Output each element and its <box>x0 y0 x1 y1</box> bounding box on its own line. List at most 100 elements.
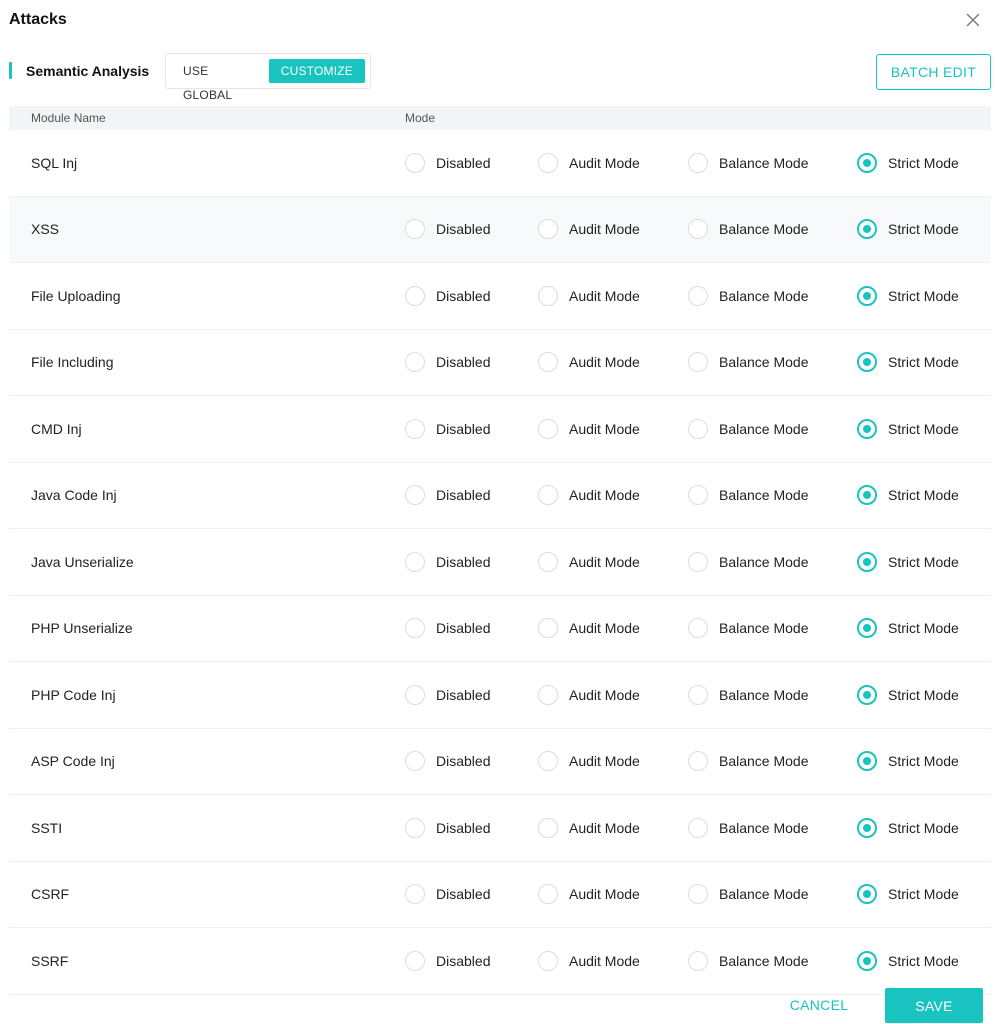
radio-unchecked-icon[interactable] <box>538 950 558 971</box>
radio-unchecked-icon[interactable] <box>688 485 708 506</box>
radio-checked-icon[interactable] <box>857 485 877 506</box>
mode-option-audit-mode[interactable]: Audit Mode <box>538 817 640 838</box>
radio-unchecked-icon[interactable] <box>405 817 425 838</box>
mode-option-balance-mode[interactable]: Balance Mode <box>688 352 809 373</box>
radio-unchecked-icon[interactable] <box>688 418 708 439</box>
mode-option-strict-mode[interactable]: Strict Mode <box>857 285 959 306</box>
radio-unchecked-icon[interactable] <box>538 618 558 639</box>
radio-unchecked-icon[interactable] <box>688 551 708 572</box>
save-button[interactable]: SAVE <box>885 988 983 1023</box>
mode-option-audit-mode[interactable]: Audit Mode <box>538 950 640 971</box>
mode-option-balance-mode[interactable]: Balance Mode <box>688 684 809 705</box>
mode-option-disabled[interactable]: Disabled <box>405 352 490 373</box>
mode-option-strict-mode[interactable]: Strict Mode <box>857 418 959 439</box>
mode-option-balance-mode[interactable]: Balance Mode <box>688 618 809 639</box>
radio-unchecked-icon[interactable] <box>405 152 425 173</box>
mode-option-audit-mode[interactable]: Audit Mode <box>538 219 640 240</box>
mode-option-disabled[interactable]: Disabled <box>405 285 490 306</box>
mode-option-audit-mode[interactable]: Audit Mode <box>538 551 640 572</box>
mode-option-balance-mode[interactable]: Balance Mode <box>688 751 809 772</box>
radio-unchecked-icon[interactable] <box>688 751 708 772</box>
radio-unchecked-icon[interactable] <box>405 285 425 306</box>
mode-option-balance-mode[interactable]: Balance Mode <box>688 418 809 439</box>
mode-option-audit-mode[interactable]: Audit Mode <box>538 618 640 639</box>
radio-unchecked-icon[interactable] <box>538 817 558 838</box>
mode-option-disabled[interactable]: Disabled <box>405 219 490 240</box>
radio-unchecked-icon[interactable] <box>538 551 558 572</box>
mode-option-audit-mode[interactable]: Audit Mode <box>538 485 640 506</box>
mode-option-strict-mode[interactable]: Strict Mode <box>857 950 959 971</box>
use-global-button[interactable]: USE GLOBAL <box>171 59 269 102</box>
radio-unchecked-icon[interactable] <box>538 884 558 905</box>
radio-checked-icon[interactable] <box>857 352 877 373</box>
mode-option-audit-mode[interactable]: Audit Mode <box>538 152 640 173</box>
mode-option-strict-mode[interactable]: Strict Mode <box>857 352 959 373</box>
radio-checked-icon[interactable] <box>857 618 877 639</box>
radio-unchecked-icon[interactable] <box>538 285 558 306</box>
radio-unchecked-icon[interactable] <box>405 751 425 772</box>
radio-checked-icon[interactable] <box>857 884 877 905</box>
customize-button[interactable]: CUSTOMIZE <box>268 59 365 83</box>
radio-checked-icon[interactable] <box>857 817 877 838</box>
mode-option-audit-mode[interactable]: Audit Mode <box>538 684 640 705</box>
mode-option-disabled[interactable]: Disabled <box>405 817 490 838</box>
mode-option-disabled[interactable]: Disabled <box>405 551 490 572</box>
close-button[interactable] <box>961 8 985 32</box>
radio-checked-icon[interactable] <box>857 950 877 971</box>
radio-unchecked-icon[interactable] <box>405 884 425 905</box>
radio-unchecked-icon[interactable] <box>688 817 708 838</box>
radio-unchecked-icon[interactable] <box>405 352 425 373</box>
batch-edit-button[interactable]: BATCH EDIT <box>876 54 991 90</box>
cancel-button[interactable]: CANCEL <box>770 988 868 1022</box>
mode-option-strict-mode[interactable]: Strict Mode <box>857 884 959 905</box>
radio-unchecked-icon[interactable] <box>688 285 708 306</box>
radio-unchecked-icon[interactable] <box>538 751 558 772</box>
mode-option-balance-mode[interactable]: Balance Mode <box>688 219 809 240</box>
radio-unchecked-icon[interactable] <box>688 219 708 240</box>
mode-option-disabled[interactable]: Disabled <box>405 884 490 905</box>
radio-unchecked-icon[interactable] <box>405 684 425 705</box>
radio-unchecked-icon[interactable] <box>688 352 708 373</box>
radio-unchecked-icon[interactable] <box>538 219 558 240</box>
radio-unchecked-icon[interactable] <box>405 485 425 506</box>
radio-unchecked-icon[interactable] <box>538 684 558 705</box>
mode-option-audit-mode[interactable]: Audit Mode <box>538 285 640 306</box>
mode-option-balance-mode[interactable]: Balance Mode <box>688 485 809 506</box>
radio-checked-icon[interactable] <box>857 219 877 240</box>
mode-option-balance-mode[interactable]: Balance Mode <box>688 950 809 971</box>
mode-option-balance-mode[interactable]: Balance Mode <box>688 551 809 572</box>
mode-option-strict-mode[interactable]: Strict Mode <box>857 751 959 772</box>
mode-option-strict-mode[interactable]: Strict Mode <box>857 618 959 639</box>
mode-option-strict-mode[interactable]: Strict Mode <box>857 551 959 572</box>
radio-unchecked-icon[interactable] <box>405 618 425 639</box>
radio-unchecked-icon[interactable] <box>538 418 558 439</box>
radio-checked-icon[interactable] <box>857 751 877 772</box>
radio-checked-icon[interactable] <box>857 418 877 439</box>
mode-option-disabled[interactable]: Disabled <box>405 950 490 971</box>
radio-checked-icon[interactable] <box>857 152 877 173</box>
mode-option-balance-mode[interactable]: Balance Mode <box>688 884 809 905</box>
mode-option-balance-mode[interactable]: Balance Mode <box>688 817 809 838</box>
mode-option-disabled[interactable]: Disabled <box>405 684 490 705</box>
mode-option-balance-mode[interactable]: Balance Mode <box>688 285 809 306</box>
mode-option-disabled[interactable]: Disabled <box>405 418 490 439</box>
radio-unchecked-icon[interactable] <box>688 950 708 971</box>
mode-option-disabled[interactable]: Disabled <box>405 152 490 173</box>
radio-unchecked-icon[interactable] <box>688 618 708 639</box>
radio-unchecked-icon[interactable] <box>405 950 425 971</box>
radio-unchecked-icon[interactable] <box>405 551 425 572</box>
radio-unchecked-icon[interactable] <box>538 485 558 506</box>
radio-unchecked-icon[interactable] <box>405 219 425 240</box>
radio-checked-icon[interactable] <box>857 285 877 306</box>
radio-unchecked-icon[interactable] <box>405 418 425 439</box>
mode-option-audit-mode[interactable]: Audit Mode <box>538 884 640 905</box>
mode-option-disabled[interactable]: Disabled <box>405 485 490 506</box>
mode-option-disabled[interactable]: Disabled <box>405 618 490 639</box>
mode-option-strict-mode[interactable]: Strict Mode <box>857 817 959 838</box>
mode-option-audit-mode[interactable]: Audit Mode <box>538 751 640 772</box>
mode-option-strict-mode[interactable]: Strict Mode <box>857 152 959 173</box>
mode-option-disabled[interactable]: Disabled <box>405 751 490 772</box>
radio-checked-icon[interactable] <box>857 684 877 705</box>
radio-unchecked-icon[interactable] <box>688 884 708 905</box>
mode-option-audit-mode[interactable]: Audit Mode <box>538 352 640 373</box>
